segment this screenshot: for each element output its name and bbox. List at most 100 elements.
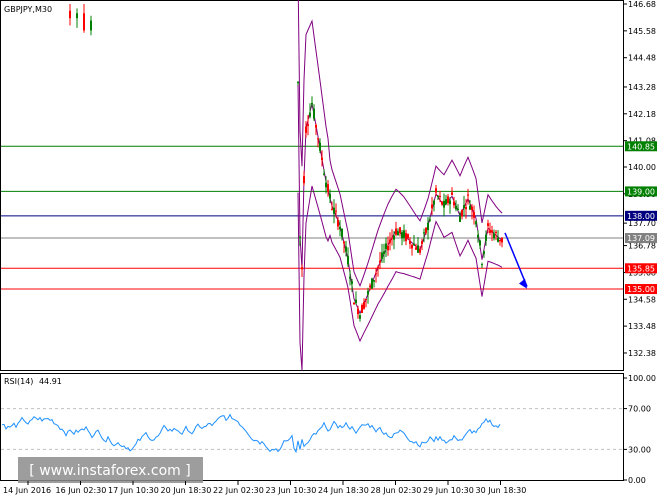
price-tick-label: 132.38 [628,349,656,358]
candle-body [439,195,441,197]
candle-body [367,290,369,295]
level-badge-label: 140.85 [627,142,655,151]
candle-body [391,237,393,239]
candle-body [309,112,311,117]
candle-body [373,280,375,282]
candle-body [453,201,455,206]
rsi-tick-label: 100.00 [628,374,656,383]
price-tick-label: 140.00 [628,163,656,172]
candle-body [433,200,435,205]
candle-body [429,219,431,221]
candle-body [297,82,299,84]
candle-body [387,245,389,251]
candle-body [437,196,439,198]
price-axis: 146.68145.58144.48143.28142.18141.08140.… [623,0,656,358]
candle-body [349,276,351,279]
time-tick-label: 22 Jun 02:30 [213,486,264,495]
rsi-line [1,413,501,454]
candle-body [305,126,307,133]
price-tick-label: 144.48 [628,54,656,63]
candle-body [397,231,399,236]
horizontal-levels: 140.85 139.00 138.00 137.09 135.85 135.00 [1,141,657,295]
candle-body [499,239,501,242]
rsi-name: RSI(14) [4,377,33,386]
upper-band [297,0,503,288]
middle-band [297,82,503,315]
candle-body [361,305,363,313]
forecast-arrow-shaft [504,232,528,287]
candle-body [449,200,451,205]
rsi-axis: 100.00 70.00 30.00 0.00 [623,374,656,485]
candle-body [469,205,471,210]
candle-body [357,308,359,315]
candle-body [491,230,493,233]
candle-body [457,208,459,210]
candle-body [337,220,339,227]
forecast-arrow-head [519,278,527,289]
candle-body [467,194,469,196]
candle-body [347,256,349,265]
candle-body [419,249,421,253]
rsi-value: 44.91 [39,377,62,386]
candle-body [451,192,453,195]
candle-body [343,241,345,244]
candle-body [465,207,467,210]
level-badge-label: 137.09 [627,234,655,243]
candle-body [69,10,71,19]
rsi-tick-label: 0.00 [628,476,646,485]
candle-body [463,205,465,209]
candle-body [425,227,427,233]
candle-body [307,124,309,126]
candle-body [365,299,367,301]
candle-body [459,215,461,222]
candle-body [351,281,353,284]
candle-body [323,173,325,175]
candle-body [483,251,485,254]
price-tick-label: 134.58 [628,295,656,304]
candle-body [477,235,479,238]
candle-body [405,233,407,242]
candle-body [461,210,463,217]
candle-body [379,260,381,263]
candle-body [333,207,335,214]
candle-body [301,267,303,270]
candle-body [381,252,383,259]
candle-body [90,20,92,31]
watermark-text: [ www.instaforex.com ] [29,463,190,479]
candle-body [369,285,371,287]
level-badge-label: 135.85 [627,264,655,273]
time-tick-label: 14 Jun 2016 [3,486,51,495]
candle-body [313,108,315,119]
price-tick-label: 133.48 [628,322,656,331]
candle-body [311,102,313,105]
level-badge-label: 138.00 [627,212,655,221]
candle-body [76,13,78,19]
candle-body [355,299,357,304]
candle-body [329,193,331,199]
candle-body [299,236,301,238]
lower-band [297,185,503,371]
candles [69,4,503,322]
rsi-tick-label: 30.00 [628,445,651,454]
candle-body [335,210,337,212]
chart-stage: GBPJPY,M30 146.68 145.58 144.48 143.28 142.1… [0,0,664,498]
candle-body [427,222,429,231]
candle-body [331,208,333,210]
price-tick-label: 145.58 [628,27,656,36]
candle-body [423,232,425,234]
candle-body [497,237,499,242]
level-badge-label: 135.00 [627,285,655,294]
candle-body [375,273,377,275]
time-tick-label: 24 Jun 18:30 [318,486,369,495]
price-tick-label: 146.68 [628,0,656,9]
time-tick-label: 17 Jun 10:30 [108,486,159,495]
candle-body [489,230,491,233]
candle-body [385,243,387,249]
candle-body [409,241,411,244]
candle-body [327,184,329,192]
candle-body [487,223,489,226]
candle-body [345,246,347,252]
candle-body [393,235,395,240]
candle-body [339,226,341,230]
candle-body [501,237,503,243]
